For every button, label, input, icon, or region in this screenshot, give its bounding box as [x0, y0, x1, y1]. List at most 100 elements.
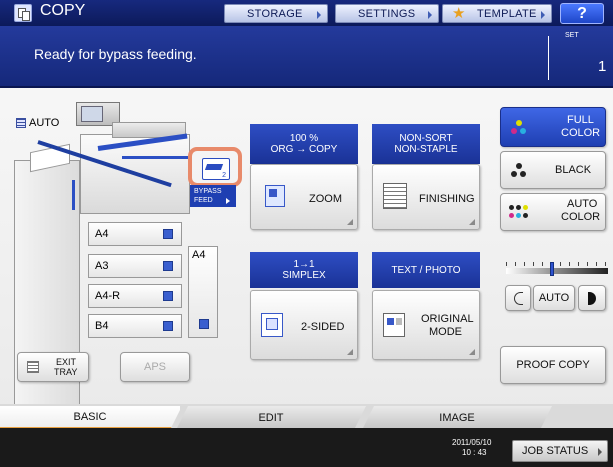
storage-button[interactable]: STORAGE — [224, 4, 328, 23]
sort-mode: NON-SORT — [399, 133, 453, 144]
tab-image-label: IMAGE — [439, 412, 475, 424]
exit-tray-label-2: TRAY — [54, 367, 78, 377]
tab-edit-label: EDIT — [258, 412, 284, 424]
auto-color-icon — [509, 205, 529, 221]
density-marker[interactable] — [550, 262, 554, 276]
tray-3-label: A4-R — [95, 290, 121, 302]
corner-arrow-icon — [469, 349, 475, 355]
arrow-right-icon — [226, 198, 230, 204]
zoom-status-header: 100 % ORG → COPY — [250, 124, 358, 164]
full-color-button[interactable]: FULL COLOR — [500, 107, 606, 147]
aps-button[interactable]: APS — [120, 352, 190, 382]
lighter-icon — [514, 292, 523, 305]
template-button[interactable]: ★ TEMPLATE — [442, 4, 552, 23]
app-title: COPY — [40, 2, 86, 19]
density-scale[interactable] — [506, 262, 608, 276]
arrow-right-icon — [428, 11, 432, 19]
settings-button[interactable]: SETTINGS — [335, 4, 439, 23]
corner-arrow-icon — [469, 219, 475, 225]
help-button[interactable]: ? — [560, 3, 604, 24]
full-color-label-1: FULL — [567, 114, 594, 126]
set-label: SET — [565, 32, 579, 39]
darker-icon — [588, 292, 596, 305]
finishing-icon — [383, 183, 407, 209]
lcf-tray[interactable]: A4 — [188, 246, 218, 338]
full-color-label-2: COLOR — [561, 127, 601, 139]
black-label: BLACK — [555, 164, 592, 176]
status-message: Ready for bypass feeding. — [34, 46, 197, 62]
tray-2-label: A3 — [95, 260, 109, 272]
two-sided-label: 2-SIDED — [301, 321, 345, 333]
settings-button-label: SETTINGS — [358, 7, 416, 20]
template-button-label: TEMPLATE — [477, 7, 537, 20]
auto-color-label-2: COLOR — [561, 211, 601, 223]
density-auto-label: AUTO — [538, 292, 570, 304]
tray-4[interactable]: B4 — [88, 314, 182, 338]
finishing-label: FINISHING — [419, 193, 475, 205]
finishing-status-header: NON-SORT NON-STAPLE — [372, 124, 480, 164]
help-icon: ? — [577, 5, 587, 22]
job-status-label: JOB STATUS — [522, 445, 589, 457]
duplex-mode: SIMPLEX — [282, 270, 326, 281]
tab-image[interactable]: IMAGE — [362, 406, 552, 430]
tray-4-label: B4 — [95, 320, 109, 332]
density-lighter-button[interactable] — [505, 285, 531, 311]
original-mode-icon — [383, 313, 405, 337]
paper-level-icon — [163, 261, 173, 271]
arrow-right-icon — [598, 448, 602, 456]
paper-level-icon — [199, 319, 209, 329]
bypass-feed-button[interactable]: 2 BYPASS FEED — [186, 147, 246, 211]
original-mode-label-1: ORIGINAL — [421, 313, 474, 325]
exit-tray-button[interactable]: EXIT TRAY — [17, 352, 89, 382]
paper-level-icon — [163, 291, 173, 301]
two-sided-button[interactable]: 2-SIDED — [250, 290, 358, 360]
storage-button-label: STORAGE — [247, 7, 303, 20]
density-auto-button[interactable]: AUTO — [533, 285, 575, 311]
auto-color-button[interactable]: AUTO COLOR — [500, 193, 606, 231]
bypass-number: 2 — [222, 172, 226, 179]
star-icon: ★ — [452, 5, 466, 22]
top-bar: COPY STORAGE SETTINGS ★ TEMPLATE ? — [0, 0, 613, 26]
original-mode-button[interactable]: ORIGINAL MODE — [372, 290, 480, 360]
copy-app-icon — [14, 4, 32, 22]
full-color-icon — [511, 120, 527, 136]
lcf-tray-label: A4 — [192, 249, 206, 261]
tab-basic-label: BASIC — [73, 410, 107, 423]
arrow-right-icon — [541, 11, 545, 19]
message-bar: Ready for bypass feeding. SET 1 — [0, 26, 613, 88]
proof-copy-button[interactable]: PROOF COPY — [500, 346, 606, 384]
duplex-status-header: 1→1 SIMPLEX — [250, 252, 358, 288]
zoom-icon — [265, 185, 285, 207]
corner-arrow-icon — [347, 349, 353, 355]
tab-edit[interactable]: EDIT — [176, 406, 366, 430]
tray-3[interactable]: A4-R — [88, 284, 182, 308]
duplex-ratio: 1→1 — [293, 259, 315, 270]
original-status-header: TEXT / PHOTO — [372, 252, 480, 288]
black-button[interactable]: BLACK — [500, 151, 606, 189]
bottom-bar: 2011/05/10 10 : 43 JOB STATUS — [0, 428, 613, 467]
copy-screen: COPY STORAGE SETTINGS ★ TEMPLATE ? Ready… — [0, 0, 613, 467]
set-divider — [548, 36, 549, 80]
finishing-button[interactable]: FINISHING — [372, 164, 480, 230]
black-mode-icon — [511, 163, 527, 179]
zoom-ratio: 100 % — [289, 133, 319, 144]
density-gradient — [506, 268, 608, 274]
date-display: 2011/05/10 — [452, 438, 492, 447]
paper-level-icon — [163, 321, 173, 331]
density-darker-button[interactable] — [578, 285, 606, 311]
tab-basic[interactable]: BASIC — [0, 406, 180, 430]
set-count: 1 — [598, 58, 607, 75]
exit-tray-icon — [27, 361, 39, 373]
tray-2[interactable]: A3 — [88, 254, 182, 278]
auto-color-label-1: AUTO — [567, 198, 598, 210]
proof-copy-label: PROOF COPY — [516, 359, 590, 371]
tray-1-label: A4 — [95, 228, 109, 240]
job-status-button[interactable]: JOB STATUS — [512, 440, 608, 462]
time-display: 10 : 43 — [462, 448, 487, 457]
zoom-direction: ORG → COPY — [270, 144, 338, 155]
zoom-button[interactable]: ZOOM — [250, 164, 358, 230]
original-mode-label-2: MODE — [429, 326, 462, 338]
paper-level-icon — [163, 229, 173, 239]
tray-1[interactable]: A4 — [88, 222, 182, 246]
original-type: TEXT / PHOTO — [391, 264, 461, 276]
